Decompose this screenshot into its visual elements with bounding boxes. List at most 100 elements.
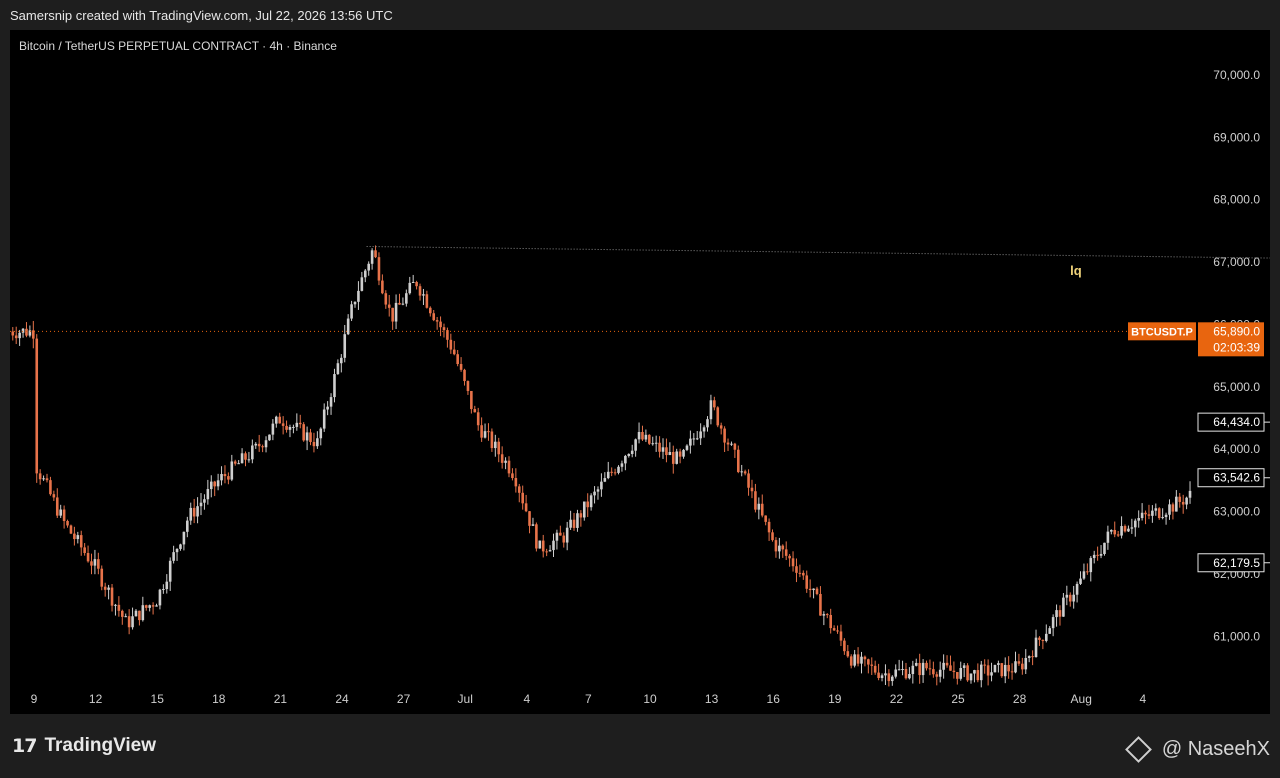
candle — [600, 481, 603, 490]
candle — [11, 331, 15, 336]
candle — [716, 407, 720, 426]
x-tick-label: 27 — [397, 692, 411, 706]
candle — [179, 544, 182, 549]
x-tick-label: 25 — [951, 692, 965, 706]
candle — [1151, 510, 1154, 516]
candle — [1024, 658, 1028, 670]
candle — [815, 588, 819, 594]
candle — [199, 502, 203, 507]
candle — [100, 568, 104, 587]
candle — [699, 431, 702, 439]
candle — [298, 422, 302, 425]
candle — [894, 669, 898, 677]
candle — [309, 432, 312, 442]
candle — [476, 412, 480, 426]
candle — [196, 506, 199, 517]
candle — [884, 673, 887, 676]
price-level-label: 62,179.5 — [1213, 556, 1260, 570]
tradingview-logo: 17 TradingView — [12, 735, 156, 757]
candle — [771, 532, 774, 541]
candle — [596, 489, 600, 492]
candle — [346, 318, 350, 335]
candle — [689, 438, 692, 446]
tradingview-logo-icon: 17 — [12, 735, 37, 757]
candle — [292, 426, 295, 428]
candle — [398, 302, 401, 305]
candle — [853, 654, 856, 666]
candle — [189, 507, 193, 521]
candle — [353, 301, 357, 305]
candle — [350, 304, 353, 319]
lq-label: lq — [1070, 263, 1082, 278]
candle — [148, 605, 151, 608]
candle — [846, 651, 850, 657]
candle — [45, 478, 49, 481]
x-tick-label: 7 — [585, 692, 592, 706]
candle — [268, 434, 271, 441]
candle — [131, 616, 134, 628]
candle — [432, 313, 436, 321]
candle — [312, 441, 316, 447]
candle — [370, 250, 374, 264]
candle — [1007, 664, 1010, 672]
candle — [1003, 664, 1007, 677]
candle — [586, 501, 590, 508]
candle — [668, 452, 672, 456]
candle — [144, 605, 148, 608]
candle — [706, 419, 709, 428]
candle — [52, 494, 56, 498]
candle — [730, 443, 733, 445]
candle — [1082, 571, 1086, 579]
candle — [610, 471, 613, 473]
candle — [336, 363, 340, 375]
candle — [979, 664, 983, 681]
candle — [59, 509, 62, 516]
chart-attribution-header: Samersnip created with TradingView.com, … — [10, 8, 393, 23]
chart-panel[interactable]: 70,000.069,000.068,000.067,000.066,000.0… — [10, 30, 1270, 714]
candle — [1072, 594, 1075, 602]
candle — [754, 491, 757, 510]
candle — [620, 463, 624, 467]
candle — [942, 662, 945, 670]
candle — [363, 270, 367, 278]
candle — [168, 560, 172, 582]
candle — [1144, 512, 1147, 515]
candle — [120, 610, 124, 617]
candle — [155, 605, 158, 607]
candle — [740, 471, 744, 473]
candle — [494, 441, 497, 449]
candle — [203, 499, 206, 503]
candle — [1181, 501, 1185, 505]
candle — [788, 555, 791, 559]
candle — [384, 293, 388, 305]
candle — [890, 676, 894, 682]
candle — [901, 669, 904, 671]
candle — [340, 357, 343, 364]
x-tick-label: 18 — [212, 692, 226, 706]
y-tick-label: 61,000.0 — [1213, 629, 1260, 643]
candle — [935, 674, 939, 677]
candle — [1127, 528, 1130, 532]
candle — [405, 293, 408, 304]
candle-countdown: 02:03:39 — [1213, 340, 1260, 354]
candle — [726, 442, 730, 445]
x-tick-label: 22 — [890, 692, 904, 706]
candle — [617, 466, 620, 473]
candle — [401, 303, 405, 305]
candle — [1000, 663, 1004, 677]
candle — [49, 480, 52, 495]
candle — [1096, 554, 1099, 556]
y-tick-label: 63,000.0 — [1213, 505, 1260, 519]
candle — [781, 545, 785, 550]
candle — [517, 486, 521, 493]
candle — [1116, 534, 1120, 536]
price-chart[interactable]: 70,000.069,000.068,000.067,000.066,000.0… — [10, 30, 1270, 714]
candle — [391, 307, 394, 322]
candle — [750, 487, 754, 492]
candle — [918, 662, 921, 676]
candle — [257, 443, 261, 447]
candle — [381, 280, 384, 294]
candle — [641, 432, 644, 440]
candle — [1065, 594, 1069, 598]
candle — [572, 519, 576, 528]
